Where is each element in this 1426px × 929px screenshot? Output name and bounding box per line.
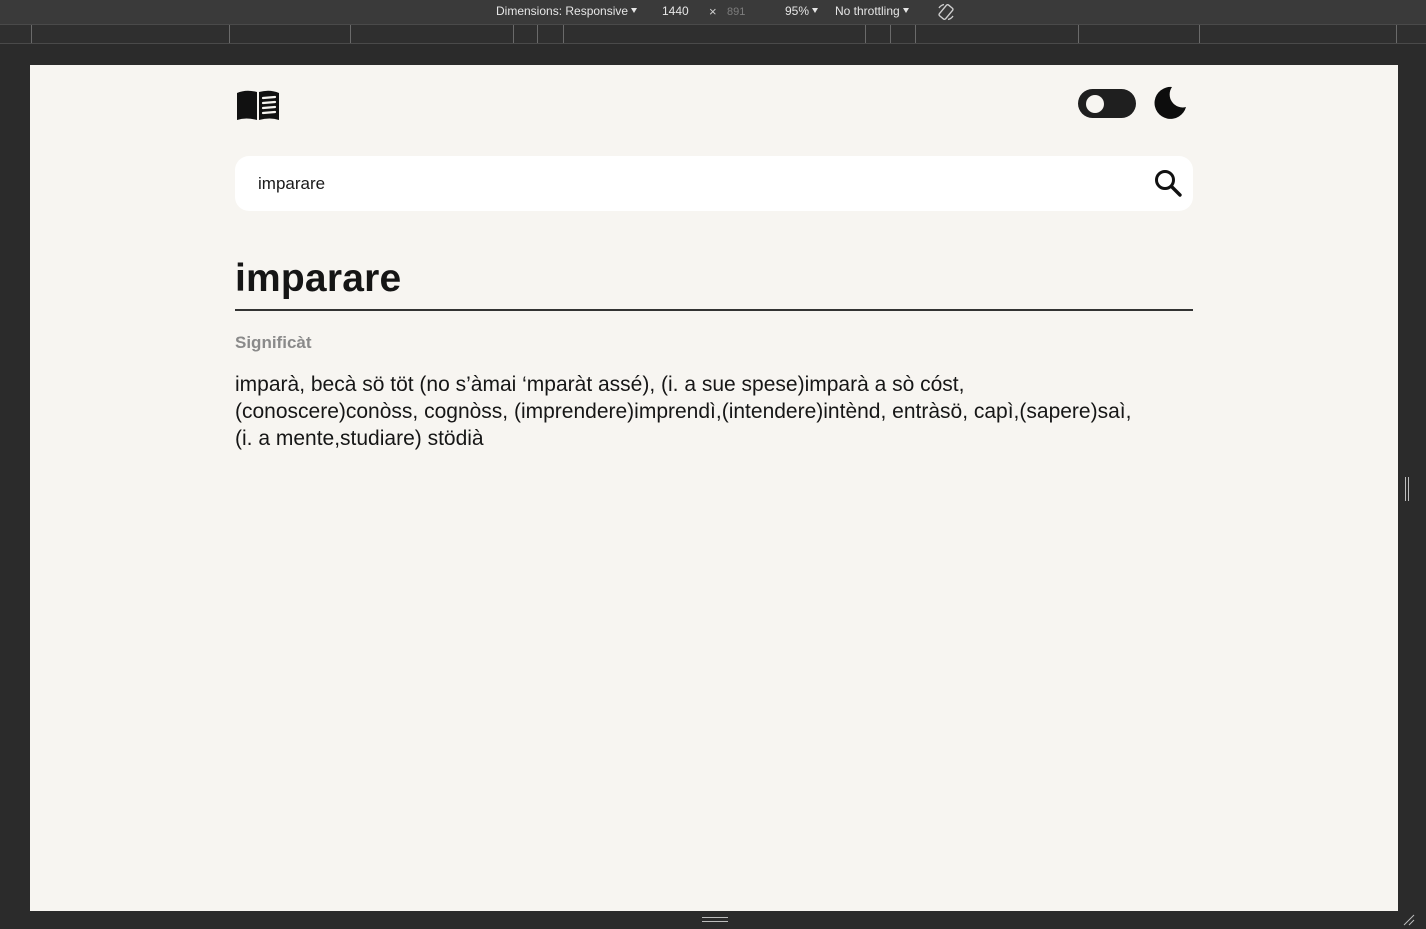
- ruler-tick: [513, 25, 514, 43]
- theme-toggle[interactable]: [1078, 89, 1136, 118]
- divider: [235, 309, 1193, 311]
- ruler-tick: [350, 25, 351, 43]
- search-input[interactable]: [258, 170, 1118, 198]
- dimensions-dropdown[interactable]: Dimensions: Responsive: [496, 4, 638, 19]
- chevron-down-icon: [902, 8, 909, 13]
- ruler-tick: [31, 25, 32, 43]
- resize-handle-bottom[interactable]: [702, 917, 728, 923]
- device-toolbar: Dimensions: Responsive 1440 × 891 95% No…: [0, 0, 1426, 24]
- meaning-line: (i. a mente,studiare) stödià: [235, 427, 484, 450]
- width-input[interactable]: 1440: [662, 4, 689, 19]
- resize-handle-right[interactable]: [1405, 477, 1411, 501]
- throttling-label: No throttling: [835, 4, 900, 18]
- ruler-tick: [915, 25, 916, 43]
- ruler-tick: [890, 25, 891, 43]
- ruler-tick: [229, 25, 230, 43]
- ruler-tick: [537, 25, 538, 43]
- entry-word: imparare: [235, 257, 402, 300]
- throttling-dropdown[interactable]: No throttling: [835, 4, 909, 19]
- zoom-dropdown[interactable]: 95%: [785, 4, 819, 19]
- meaning-line: (conoscere)conòss, cognòss, (imprendere)…: [235, 400, 1132, 423]
- section-label: Significàt: [235, 333, 312, 352]
- ruler-tick: [1199, 25, 1200, 43]
- chevron-down-icon: [812, 8, 819, 13]
- resize-corner-icon[interactable]: [1402, 913, 1416, 927]
- page-viewport: imparare Significàt imparà, becà sö töt …: [30, 65, 1398, 911]
- ruler-tick: [1078, 25, 1079, 43]
- dimensions-label: Dimensions: Responsive: [496, 4, 629, 18]
- ruler-tick: [563, 25, 564, 43]
- ruler-tick: [865, 25, 866, 43]
- search-bar: [235, 156, 1193, 211]
- search-icon[interactable]: [1153, 168, 1183, 198]
- height-input[interactable]: 891: [727, 5, 745, 20]
- entry-meaning: imparà, becà sö töt (no s’àmai ‘mparàt a…: [235, 371, 1193, 452]
- open-book-icon[interactable]: [235, 87, 281, 123]
- media-query-ruler[interactable]: [0, 24, 1426, 44]
- chevron-down-icon: [631, 8, 638, 13]
- zoom-label: 95%: [785, 4, 810, 18]
- moon-icon[interactable]: [1152, 85, 1188, 121]
- ruler-tick: [1396, 25, 1397, 43]
- meaning-line: imparà, becà sö töt (no s’àmai ‘mparàt a…: [235, 373, 965, 396]
- toggle-knob: [1086, 95, 1104, 113]
- dimension-separator: ×: [709, 4, 717, 19]
- rotate-device-icon[interactable]: [936, 2, 956, 22]
